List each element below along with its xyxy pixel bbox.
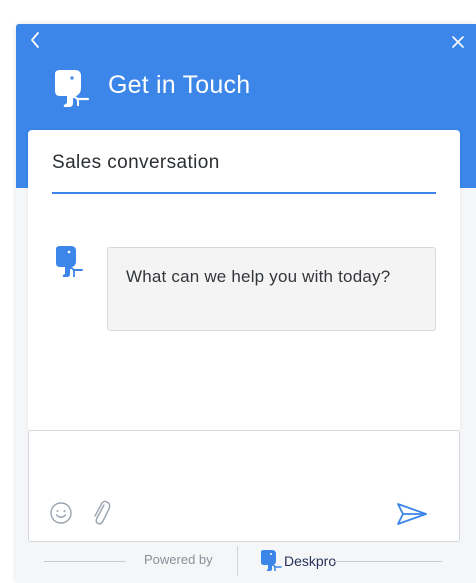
- deskpro-elephant-icon: [56, 246, 83, 277]
- conversation-title: Sales conversation: [52, 152, 220, 173]
- send-icon: [397, 503, 427, 525]
- chevron-left-icon: [31, 32, 39, 48]
- close-button[interactable]: [450, 34, 466, 50]
- footer-separator: [237, 546, 238, 576]
- conversation-title-underline: [52, 192, 436, 194]
- widget-title: Get in Touch: [108, 71, 251, 99]
- paperclip-icon: [94, 500, 111, 525]
- widget-footer: Powered by Deskpro: [16, 542, 476, 583]
- footer-divider-line: [44, 561, 126, 562]
- footer-brand-name: Deskpro: [284, 553, 337, 569]
- close-icon: [452, 36, 464, 48]
- powered-by-label: Powered by: [144, 552, 213, 567]
- send-button[interactable]: [395, 501, 429, 527]
- message-composer: [28, 430, 460, 542]
- deskpro-elephant-icon: [261, 550, 282, 571]
- smiley-icon: [50, 502, 72, 524]
- conversation-panel: Sales conversation What can we help you …: [28, 130, 460, 432]
- back-button[interactable]: [26, 30, 44, 52]
- deskpro-elephant-icon: [55, 70, 90, 107]
- message-input[interactable]: [43, 443, 443, 493]
- chat-widget: Get in Touch Sales conversation What can…: [16, 24, 476, 583]
- message-bubble: What can we help you with today?: [107, 247, 436, 331]
- emoji-button[interactable]: [49, 501, 73, 525]
- footer-divider-line: [334, 561, 442, 562]
- attach-button[interactable]: [91, 499, 111, 527]
- deskpro-brand-link[interactable]: Deskpro: [260, 548, 336, 574]
